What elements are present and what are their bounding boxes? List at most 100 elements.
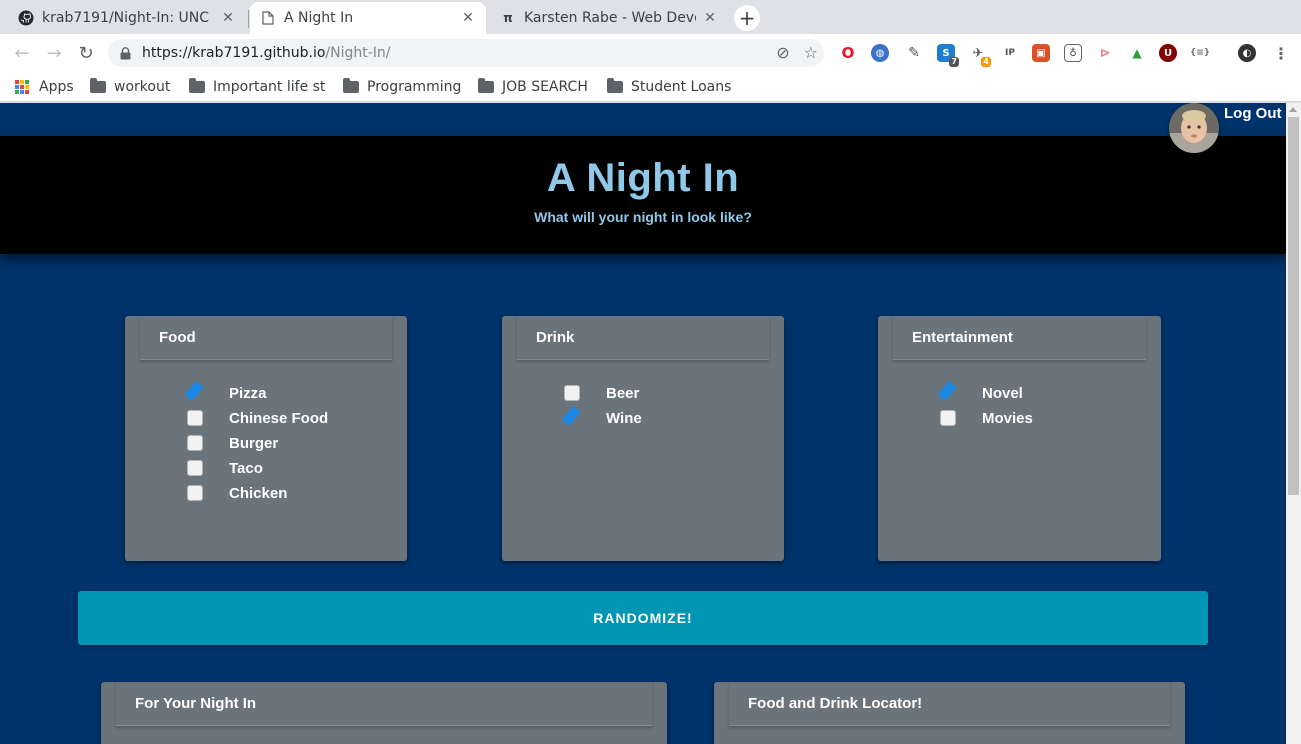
reload-icon[interactable]: ↻	[74, 41, 98, 65]
entertainment-card: Entertainment Novel Movies	[878, 316, 1161, 561]
option-label: Pizza	[229, 384, 267, 402]
checkbox[interactable]	[187, 460, 203, 476]
bookmark-star-icon[interactable]: ☆	[804, 43, 818, 62]
drink-card: Drink Beer Wine	[502, 316, 784, 561]
avatar[interactable]	[1169, 103, 1219, 153]
checkbox[interactable]	[187, 485, 203, 501]
option-taco[interactable]: Taco	[187, 457, 263, 479]
card-heading: Food	[140, 316, 392, 360]
checkbox[interactable]	[564, 410, 580, 426]
signal-icon[interactable]: ▲	[1128, 44, 1146, 62]
share-icon[interactable]: ⊳	[1096, 44, 1114, 62]
profile-icon[interactable]: ◐	[1238, 44, 1256, 62]
menu-icon[interactable]: ⋮	[1272, 44, 1290, 63]
site-settings-icon[interactable]: ⊘	[776, 43, 789, 62]
image-icon[interactable]: ▣	[1032, 44, 1050, 62]
scroll-up-icon[interactable]	[1289, 107, 1297, 112]
extension-badge: 4	[981, 57, 991, 67]
option-label: Chicken	[229, 484, 288, 502]
bookmark-label: Programming	[367, 79, 462, 95]
extension-badge: 7	[949, 57, 959, 67]
bookmark-label: Important life st	[213, 79, 326, 95]
folder-icon	[189, 78, 205, 93]
tab-github[interactable]: krab7191/Night-In: UNC c ✕	[8, 2, 246, 34]
option-wine[interactable]: Wine	[564, 407, 642, 429]
pi-icon: π	[503, 11, 513, 25]
opera-icon[interactable]: O	[839, 44, 857, 62]
option-chinese-food[interactable]: Chinese Food	[187, 407, 328, 429]
folder-icon	[343, 78, 359, 93]
logout-button[interactable]: Log Out	[1224, 105, 1281, 122]
close-icon[interactable]: ✕	[220, 10, 236, 26]
food-card: Food Pizza Chinese Food Burger Taco Chic…	[125, 316, 407, 561]
tab-title: A Night In	[284, 10, 354, 26]
option-label: Chinese Food	[229, 409, 329, 427]
option-label: Movies	[982, 409, 1033, 427]
ip-icon[interactable]: IP	[1001, 44, 1019, 62]
ublock-icon[interactable]: U	[1159, 44, 1177, 62]
bookmark-job-search[interactable]: JOB SEARCH	[478, 76, 588, 98]
option-movies[interactable]: Movies	[940, 407, 1033, 429]
lock-icon	[120, 46, 134, 60]
tab-karsten-rabe[interactable]: π Karsten Rabe - Web Devel ✕	[490, 2, 728, 34]
locator-card: Food and Drink Locator!	[714, 682, 1185, 744]
apps-icon	[15, 80, 29, 94]
scroll-thumb[interactable]	[1288, 117, 1299, 495]
url-path: /Night-In/	[325, 45, 391, 61]
new-tab-button[interactable]: +	[734, 5, 760, 31]
bookmark-important-life[interactable]: Important life st	[189, 76, 327, 98]
checkbox[interactable]	[187, 410, 203, 426]
globe-icon[interactable]: ◍	[871, 44, 889, 62]
option-label: Wine	[606, 409, 642, 427]
github-icon	[18, 10, 34, 26]
json-icon[interactable]: {≡}	[1190, 44, 1210, 62]
checkbox[interactable]	[187, 385, 203, 401]
option-chicken[interactable]: Chicken	[187, 482, 287, 504]
bookmark-label: workout	[114, 79, 171, 95]
results-card: For Your Night In	[101, 682, 667, 744]
bookmark-programming[interactable]: Programming	[343, 76, 461, 98]
lightbulb-icon[interactable]: ♁	[1064, 44, 1082, 62]
close-icon[interactable]: ✕	[460, 10, 476, 26]
checkbox[interactable]	[187, 435, 203, 451]
page-scrollbar[interactable]	[1286, 103, 1301, 744]
folder-icon	[478, 78, 494, 93]
plane-icon[interactable]: ✈ 4	[969, 44, 991, 67]
close-icon[interactable]: ✕	[702, 10, 718, 26]
address-bar[interactable]: https://krab7191.github.io/Night-In/ ⊘ ☆	[108, 39, 824, 67]
bookmark-student-loans[interactable]: Student Loans	[607, 76, 731, 98]
option-burger[interactable]: Burger	[187, 432, 278, 454]
bookmark-label: JOB SEARCH	[502, 79, 588, 95]
skype-icon[interactable]: S7	[937, 44, 959, 67]
option-label: Beer	[606, 384, 640, 402]
forward-icon[interactable]: →	[42, 41, 66, 65]
card-heading: For Your Night In	[116, 682, 652, 726]
option-label: Novel	[982, 384, 1023, 402]
tab-a-night-in[interactable]: A Night In ✕	[250, 2, 486, 34]
randomize-button[interactable]: RANDOMIZE!	[78, 591, 1208, 645]
folder-icon	[90, 78, 106, 93]
tab-divider	[248, 10, 249, 28]
page-viewport: Log Out A Night In What will your night …	[0, 103, 1286, 744]
back-icon[interactable]: ←	[10, 41, 34, 65]
option-label: Taco	[229, 459, 263, 477]
page-header: A Night In What will your night in look …	[0, 136, 1286, 254]
bookmark-label: Apps	[39, 79, 74, 95]
bookmark-apps[interactable]: Apps	[15, 76, 74, 98]
tab-strip: krab7191/Night-In: UNC c ✕ A Night In ✕ …	[0, 0, 1301, 34]
card-heading: Entertainment	[893, 316, 1146, 360]
page-title: A Night In	[546, 156, 740, 200]
eyedropper-icon[interactable]: ✎	[905, 44, 923, 62]
checkbox[interactable]	[940, 410, 956, 426]
checkbox[interactable]	[940, 385, 956, 401]
option-label: Burger	[229, 434, 279, 452]
checkbox[interactable]	[564, 385, 580, 401]
card-heading: Food and Drink Locator!	[729, 682, 1170, 726]
option-beer[interactable]: Beer	[564, 382, 639, 404]
option-novel[interactable]: Novel	[940, 382, 1023, 404]
bookmark-workout[interactable]: workout	[90, 76, 170, 98]
option-pizza[interactable]: Pizza	[187, 382, 267, 404]
bookmarks-bar: Apps workout Important life st Programmi…	[0, 72, 1301, 102]
bookmark-label: Student Loans	[631, 79, 732, 95]
tab-title: Karsten Rabe - Web Devel	[524, 10, 696, 26]
